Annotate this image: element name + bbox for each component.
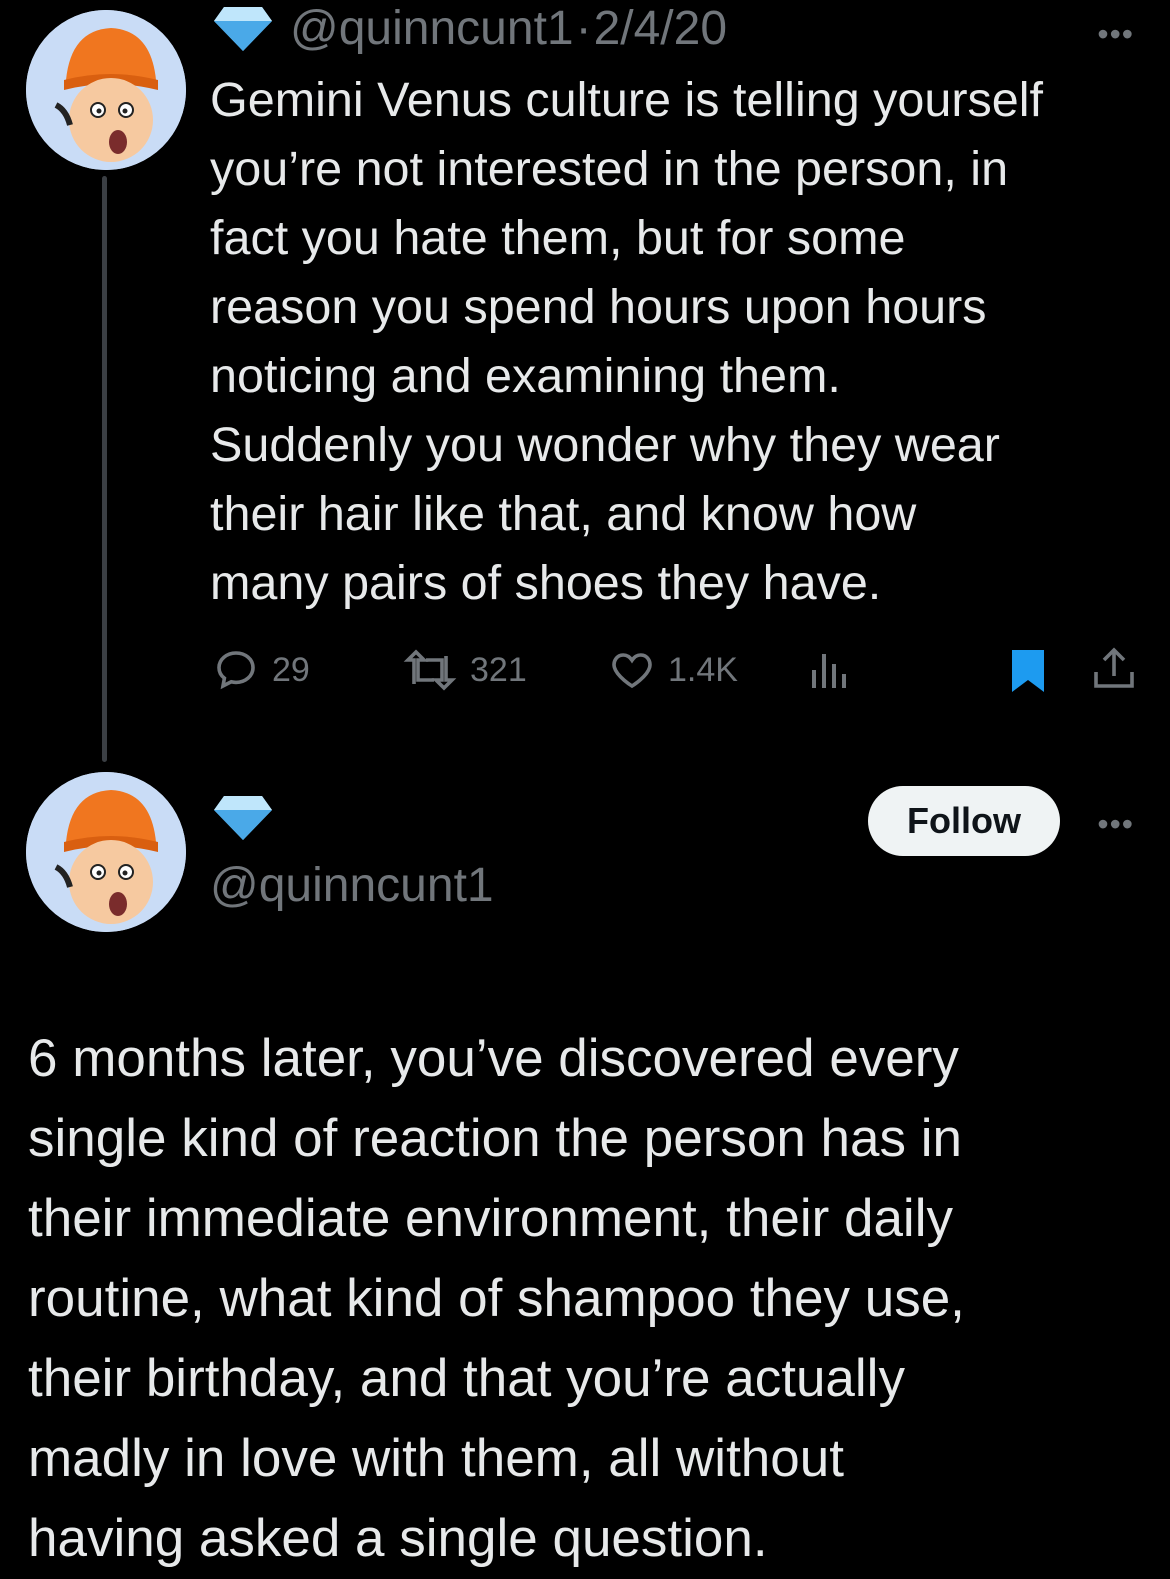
retweet-button[interactable]: 321 bbox=[402, 646, 527, 694]
diamond-emoji-icon bbox=[214, 7, 272, 51]
bookmark-icon bbox=[1012, 650, 1044, 692]
tweet2-text: 6 months later, you’ve discovered every … bbox=[28, 1029, 965, 1568]
tweet1-date[interactable]: 2/4/20 bbox=[594, 5, 727, 53]
retweet-icon bbox=[403, 649, 457, 691]
views-icon bbox=[812, 654, 846, 688]
avatar[interactable] bbox=[26, 10, 186, 170]
cartoon-avatar-image bbox=[26, 10, 186, 170]
avatar[interactable] bbox=[26, 772, 186, 932]
tweet1-more-button[interactable]: ••• bbox=[1097, 18, 1134, 50]
tweet1-action-bar: 29 321 1.4K bbox=[212, 642, 1142, 698]
share-icon bbox=[1094, 647, 1134, 688]
tweet2-handle[interactable]: @quinncunt1 bbox=[210, 862, 494, 910]
cartoon-avatar-image bbox=[26, 772, 186, 932]
thread-connector-line bbox=[102, 176, 107, 762]
like-icon bbox=[612, 653, 652, 689]
tweet1-text: Gemini Venus culture is telling yourself… bbox=[210, 73, 1043, 610]
reply-count: 29 bbox=[272, 650, 310, 689]
views-button[interactable] bbox=[806, 646, 850, 694]
follow-button[interactable]: Follow bbox=[868, 786, 1060, 856]
like-count: 1.4K bbox=[668, 650, 738, 689]
like-button[interactable]: 1.4K bbox=[608, 646, 738, 694]
reply-button[interactable]: 29 bbox=[212, 646, 310, 694]
tweet1-handle[interactable]: @quinncunt1 bbox=[290, 5, 574, 53]
tweet2-more-button[interactable]: ••• bbox=[1097, 808, 1134, 840]
reply-icon bbox=[217, 651, 255, 690]
tweet1-separator: · bbox=[575, 2, 592, 55]
share-button[interactable] bbox=[1090, 644, 1138, 699]
tweet1-header: @quinncunt1 · 2/4/20 bbox=[212, 5, 727, 53]
bookmark-button[interactable] bbox=[1008, 646, 1048, 699]
retweet-count: 321 bbox=[470, 650, 527, 689]
diamond-emoji-icon bbox=[214, 796, 272, 840]
